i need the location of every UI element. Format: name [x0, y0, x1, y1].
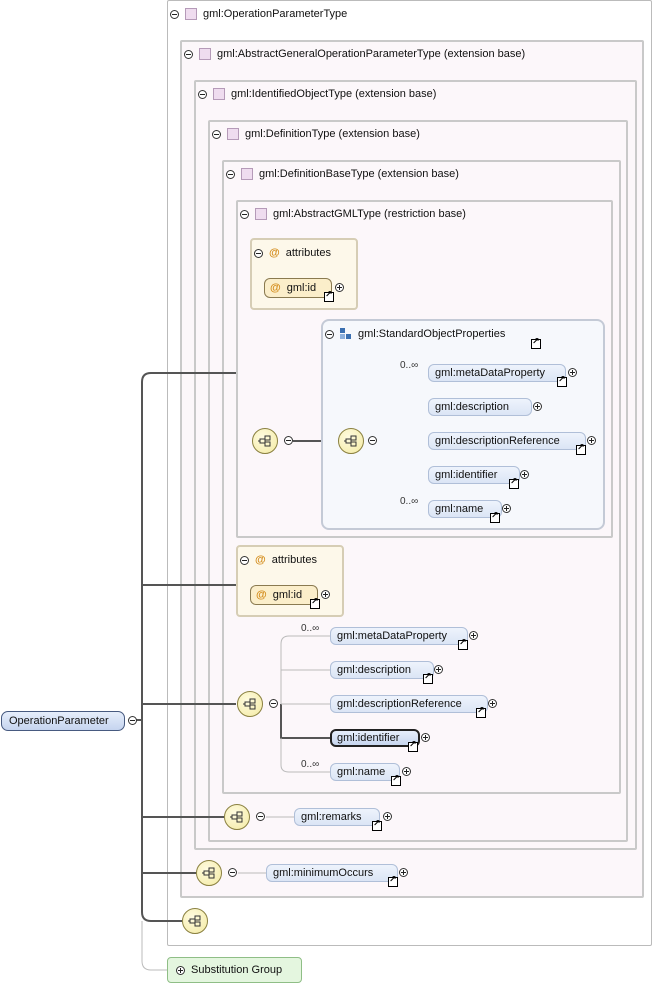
substitution-group[interactable]: Substitution Group — [167, 957, 302, 983]
reference-icon — [531, 337, 541, 349]
attribute-icon: @ — [269, 247, 280, 259]
expand-icon[interactable] — [587, 436, 596, 445]
expand-icon[interactable] — [568, 368, 577, 377]
element-minimum-occurs[interactable]: gml:minimumOccurs — [266, 864, 398, 882]
occurrence-label: 0..∞ — [301, 623, 320, 634]
collapse-icon[interactable] — [256, 812, 265, 821]
occurrence-label: 0..∞ — [400, 496, 419, 507]
reference-icon — [391, 774, 401, 786]
expand-icon[interactable] — [321, 590, 330, 599]
element-metadata-property[interactable]: gml:metaDataProperty — [330, 627, 468, 645]
expand-icon[interactable] — [488, 699, 497, 708]
collapse-icon[interactable] — [228, 868, 237, 877]
attribute-icon: @ — [256, 589, 267, 601]
reference-icon — [576, 443, 586, 455]
reference-icon — [388, 875, 398, 887]
sequence-icon — [224, 804, 250, 830]
collapse-icon[interactable] — [269, 699, 278, 708]
attribute-icon: @ — [255, 554, 266, 566]
expand-icon[interactable] — [399, 868, 408, 877]
occurrence-label: 0..∞ — [400, 360, 419, 371]
attributes-header: @ attributes — [240, 554, 317, 566]
reference-icon — [423, 672, 433, 684]
element-metadata-property[interactable]: gml:metaDataProperty — [428, 364, 566, 382]
expand-icon[interactable] — [434, 665, 443, 674]
attribute-gml-id[interactable]: @ gml:id — [264, 278, 332, 298]
reference-icon — [310, 597, 320, 609]
reference-icon — [476, 706, 486, 718]
element-description[interactable]: gml:description — [428, 398, 532, 416]
reference-icon — [458, 638, 468, 650]
expand-icon[interactable] — [469, 631, 478, 640]
reference-icon — [557, 375, 567, 387]
expand-icon[interactable] — [335, 283, 344, 292]
expand-icon[interactable] — [520, 470, 529, 479]
reference-icon — [372, 819, 382, 831]
sequence-icon — [237, 691, 263, 717]
reference-icon — [490, 511, 500, 523]
expand-icon[interactable] — [533, 402, 542, 411]
element-description-reference[interactable]: gml:descriptionReference — [330, 695, 488, 713]
element-name[interactable]: gml:name — [330, 763, 400, 781]
sequence-icon — [338, 428, 364, 454]
collapse-icon[interactable] — [284, 436, 293, 445]
expand-icon[interactable] — [383, 812, 392, 821]
collapse-icon[interactable] — [368, 436, 377, 445]
element-description[interactable]: gml:description — [330, 661, 434, 679]
occurrence-label: 0..∞ — [301, 759, 320, 770]
root-element-operation-parameter[interactable]: OperationParameter — [1, 711, 125, 731]
element-identifier[interactable]: gml:identifier — [428, 466, 520, 484]
standard-object-properties-header: gml:StandardObjectProperties — [325, 328, 505, 340]
standard-object-properties-group — [321, 319, 605, 530]
sequence-icon — [252, 428, 278, 454]
sequence-icon — [196, 860, 222, 886]
attribute-icon: @ — [270, 282, 281, 294]
sequence-icon — [182, 908, 208, 934]
attribute-gml-id[interactable]: @ gml:id — [250, 585, 318, 605]
attribute-label: gml:id — [286, 282, 317, 294]
collapse-icon[interactable] — [240, 555, 249, 565]
reference-icon — [324, 290, 334, 302]
expand-icon[interactable] — [421, 733, 430, 742]
reference-icon — [408, 740, 418, 752]
collapse-icon[interactable] — [128, 716, 137, 725]
attribute-label: gml:id — [272, 589, 303, 601]
attributes-label: attributes — [285, 247, 331, 259]
collapse-icon[interactable] — [254, 248, 263, 258]
element-remarks[interactable]: gml:remarks — [294, 808, 380, 826]
element-description-reference[interactable]: gml:descriptionReference — [428, 432, 586, 450]
substitution-group-label: Substitution Group — [191, 964, 283, 976]
expand-icon[interactable] — [502, 504, 511, 513]
group-icon — [340, 328, 351, 339]
attributes-header: @ attributes — [254, 247, 331, 259]
reference-icon — [509, 477, 519, 489]
group-label: gml:StandardObjectProperties — [358, 328, 506, 340]
expand-icon[interactable] — [402, 767, 411, 776]
collapse-icon[interactable] — [325, 329, 334, 339]
attributes-label: attributes — [271, 554, 317, 566]
expand-icon[interactable] — [176, 965, 185, 975]
element-identifier[interactable]: gml:identifier — [330, 729, 420, 747]
